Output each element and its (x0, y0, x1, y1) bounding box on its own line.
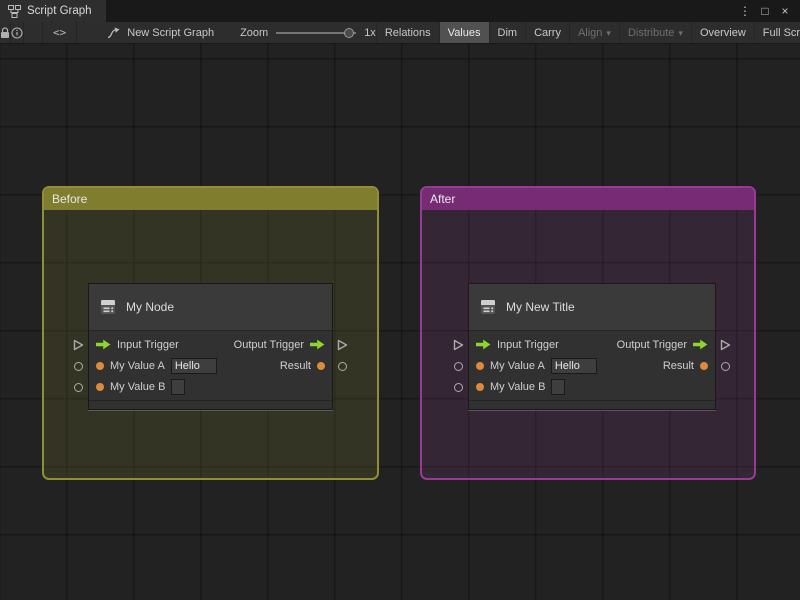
port-row-value-a: My Value A Result (469, 355, 715, 376)
zoom-label: Zoom (240, 26, 269, 39)
value-b-label: My Value B (490, 380, 546, 393)
value-a-port-icon[interactable] (96, 361, 104, 370)
graph-canvas[interactable]: Before After My Node Input Trigger Outpu… (0, 44, 800, 600)
result-port-icon[interactable] (700, 361, 708, 370)
outer-output-trigger-port-icon[interactable] (720, 339, 731, 351)
input-trigger-label: Input Trigger (497, 338, 559, 351)
outer-input-trigger-port-icon[interactable] (453, 339, 464, 351)
port-row-trigger: Input Trigger Output Trigger (89, 334, 332, 355)
window-tab-bar: Script Graph ⋮ □ × (0, 0, 800, 22)
zoom-slider[interactable] (276, 27, 357, 38)
unit-icon (101, 300, 115, 314)
outer-result-port-icon[interactable] (338, 362, 347, 371)
outer-result-port-icon[interactable] (721, 362, 730, 371)
flow-input-icon[interactable] (96, 339, 111, 350)
node-footer (89, 400, 332, 409)
lock-button[interactable] (0, 22, 11, 43)
value-b-port-icon[interactable] (96, 382, 104, 391)
outer-value-a-port-icon[interactable] (454, 362, 463, 371)
values-button[interactable]: Values (438, 22, 489, 43)
node-my-node[interactable]: My Node Input Trigger Output Trigger My … (88, 283, 333, 410)
outer-output-trigger-port-icon[interactable] (337, 339, 348, 351)
node-title: My Node (126, 300, 175, 314)
toolbar-buttons: Relations Values Dim Carry Align ▾ Distr… (375, 22, 800, 43)
outer-value-a-port-icon[interactable] (74, 362, 83, 371)
align-dropdown[interactable]: Align ▾ (568, 22, 619, 43)
port-row-trigger: Input Trigger Output Trigger (469, 334, 715, 355)
window-controls: ⋮ □ × (738, 0, 800, 22)
script-graph-asset-icon (108, 27, 120, 38)
result-label: Result (279, 359, 311, 372)
outer-value-b-port-icon[interactable] (74, 383, 83, 392)
node-ports: Input Trigger Output Trigger My Value A … (469, 331, 715, 400)
graph-tab-icon (8, 4, 21, 18)
maximize-button[interactable]: □ (758, 0, 772, 22)
unit-icon (481, 300, 495, 314)
node-footer (469, 400, 715, 409)
carry-button[interactable]: Carry (525, 22, 569, 43)
value-a-port-icon[interactable] (476, 361, 484, 370)
graph-name: New Script Graph (127, 26, 215, 39)
zoom-value: 1x (364, 26, 376, 39)
flow-input-icon[interactable] (476, 339, 491, 350)
tab-title: Script Graph (27, 5, 92, 17)
port-row-value-a: My Value A Result (89, 355, 332, 376)
value-a-input[interactable] (550, 357, 597, 374)
zoom-slider-knob[interactable] (344, 27, 355, 38)
group-before-header[interactable]: Before (44, 188, 377, 210)
value-a-label: My Value A (110, 359, 165, 372)
group-after-header[interactable]: After (422, 188, 754, 210)
graph-toolbar: <> New Script Graph Zoom 1x Relations Va… (0, 22, 800, 44)
overview-button[interactable]: Overview (690, 22, 754, 43)
group-before-title: Before (52, 192, 88, 206)
node-title: My New Title (506, 300, 575, 314)
node-my-new-title[interactable]: My New Title Input Trigger Output Trigge… (468, 283, 716, 410)
lock-icon (1, 26, 9, 38)
node-ports: Input Trigger Output Trigger My Value A … (89, 331, 332, 400)
node-header[interactable]: My Node (89, 284, 332, 331)
output-trigger-label: Output Trigger (616, 338, 687, 351)
tab-script-graph[interactable]: Script Graph (0, 0, 106, 22)
result-port-icon[interactable] (317, 361, 325, 370)
value-b-label: My Value B (110, 380, 166, 393)
zoom-control: Zoom 1x (240, 27, 376, 39)
value-b-input[interactable] (171, 378, 186, 395)
flow-output-icon[interactable] (693, 339, 708, 350)
input-trigger-label: Input Trigger (117, 338, 179, 351)
group-after-title: After (430, 192, 456, 206)
value-a-input[interactable] (170, 357, 217, 374)
distribute-dropdown[interactable]: Distribute ▾ (618, 22, 691, 43)
dim-button[interactable]: Dim (488, 22, 526, 43)
node-header[interactable]: My New Title (469, 284, 715, 331)
output-trigger-label: Output Trigger (233, 338, 304, 351)
node-area-after: My New Title Input Trigger Output Trigge… (452, 283, 732, 414)
close-button[interactable]: × (778, 0, 792, 22)
relations-button[interactable]: Relations (375, 22, 439, 43)
outer-value-b-port-icon[interactable] (454, 383, 463, 392)
info-icon (11, 26, 23, 39)
result-label: Result (662, 359, 694, 372)
inspect-button[interactable] (11, 22, 24, 43)
outer-input-trigger-port-icon[interactable] (73, 339, 84, 351)
value-b-input[interactable] (551, 378, 566, 395)
chevron-down-icon: ▾ (678, 27, 683, 38)
flow-output-icon[interactable] (310, 339, 325, 350)
full-screen-button[interactable]: Full Scr (753, 22, 800, 43)
code-view-button[interactable]: <> (42, 22, 78, 43)
port-row-value-b: My Value B (89, 376, 332, 397)
value-b-port-icon[interactable] (476, 382, 484, 391)
value-a-label: My Value A (490, 359, 545, 372)
window-menu-button[interactable]: ⋮ (738, 0, 752, 22)
code-icon: <> (53, 26, 67, 39)
chevron-down-icon: ▾ (606, 27, 611, 38)
node-area-before: My Node Input Trigger Output Trigger My … (72, 283, 349, 414)
port-row-value-b: My Value B (469, 376, 715, 397)
graph-identity: New Script Graph (107, 27, 214, 39)
